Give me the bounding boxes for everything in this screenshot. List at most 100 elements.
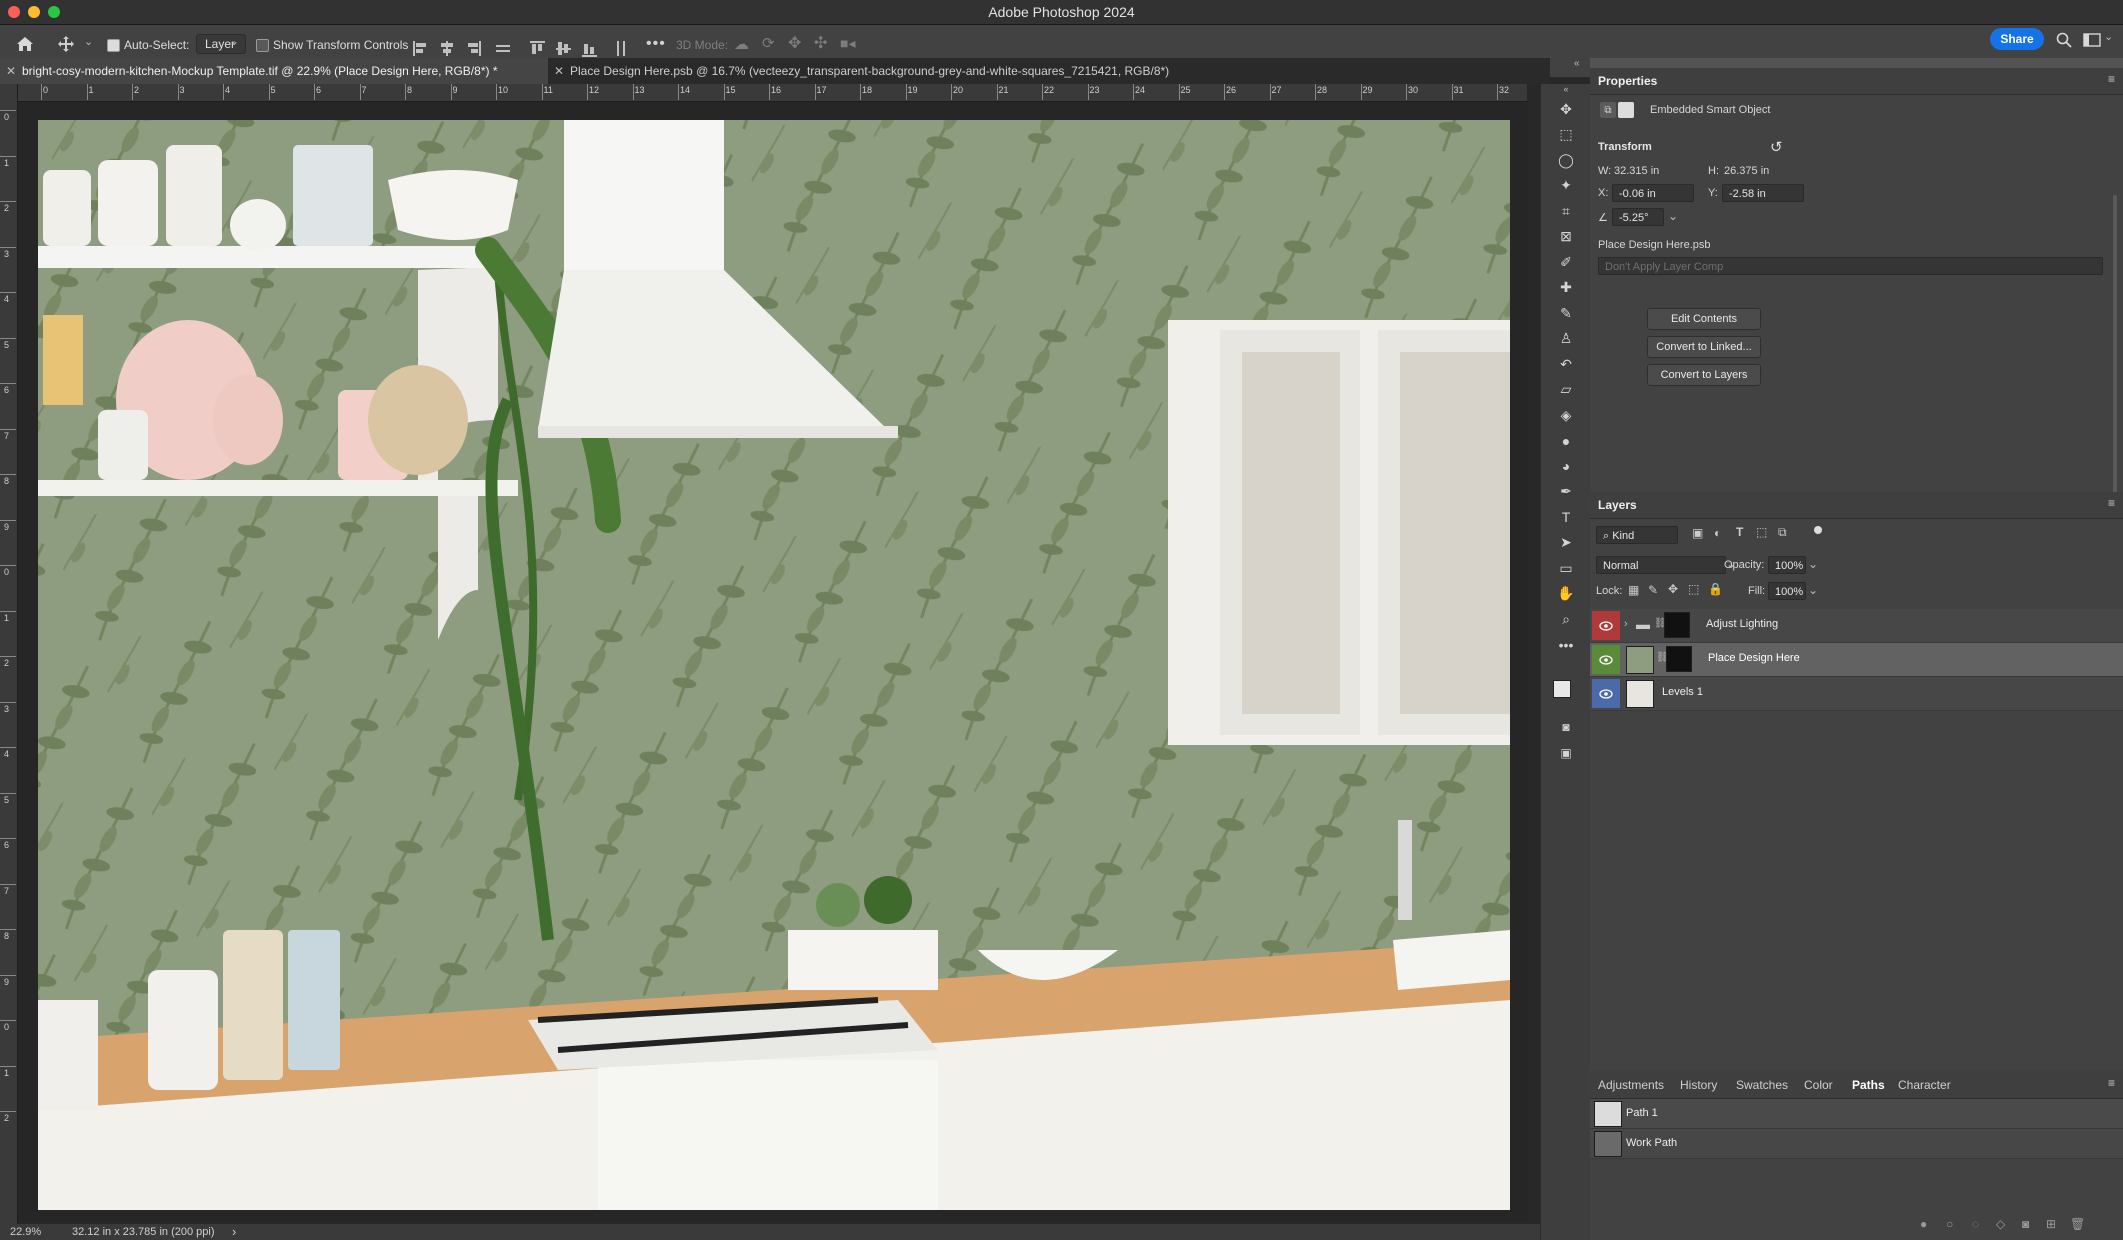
eraser-tool-icon[interactable]: ▱ bbox=[1541, 379, 1591, 401]
3d-camera-icon[interactable]: ■◂ bbox=[840, 35, 855, 52]
screen-mode-icon[interactable]: ▣ bbox=[1541, 742, 1591, 764]
visibility-eye-icon[interactable] bbox=[1592, 611, 1620, 640]
filter-toggle-icon[interactable] bbox=[1814, 526, 1822, 534]
tab-paths[interactable]: Paths bbox=[1852, 1078, 1885, 1092]
fill-chevron-icon[interactable]: ⌄ bbox=[1808, 583, 1818, 597]
x-position-field[interactable]: -0.06 in bbox=[1612, 184, 1694, 202]
opacity-field[interactable]: 100% bbox=[1768, 556, 1806, 574]
layer-thumbnail[interactable] bbox=[1626, 680, 1654, 708]
tab-swatches[interactable]: Swatches bbox=[1736, 1078, 1788, 1092]
lock-transparent-icon[interactable]: ▦ bbox=[1628, 583, 1639, 597]
document-canvas[interactable] bbox=[38, 120, 1510, 1210]
filter-shape-icon[interactable]: ⬚ bbox=[1756, 525, 1767, 539]
layer-row-place-design-here[interactable]: ⛓ Place Design Here bbox=[1590, 643, 2123, 677]
workspace-icon[interactable] bbox=[2082, 30, 2102, 50]
3d-roll-icon[interactable]: ⟳ bbox=[762, 34, 775, 52]
filter-pixel-icon[interactable]: ▣ bbox=[1692, 526, 1703, 540]
dodge-tool-icon[interactable]: ◕ bbox=[1541, 455, 1591, 477]
rectangle-tool-icon[interactable]: ▭ bbox=[1541, 557, 1591, 579]
filter-smart-object-icon[interactable]: ⧉ bbox=[1778, 525, 1787, 540]
collapse-panels-icon[interactable]: « bbox=[1574, 58, 1580, 69]
angle-field[interactable]: -5.25° bbox=[1612, 208, 1664, 226]
opacity-chevron-icon[interactable]: ⌄ bbox=[1808, 557, 1818, 571]
more-options-icon[interactable]: ••• bbox=[646, 35, 666, 53]
tab-character[interactable]: Character bbox=[1898, 1078, 1951, 1092]
convert-to-layers-button[interactable]: Convert to Layers bbox=[1647, 364, 1761, 386]
lock-artboard-icon[interactable]: ⬚ bbox=[1688, 582, 1699, 596]
search-icon[interactable] bbox=[2054, 30, 2074, 50]
properties-scrollbar[interactable] bbox=[2113, 195, 2117, 515]
workspace-chevron-icon[interactable]: ⌄ bbox=[2104, 30, 2113, 43]
brush-tool-icon[interactable]: ✎ bbox=[1541, 302, 1591, 324]
path-selection-tool-icon[interactable]: ➤ bbox=[1541, 532, 1591, 554]
distribute-vertical-icon[interactable] bbox=[612, 39, 630, 59]
eyedropper-tool-icon[interactable]: ✐ bbox=[1541, 251, 1591, 273]
load-selection-icon[interactable]: ◌ bbox=[1972, 1217, 1979, 1231]
crop-tool-icon[interactable]: ⌗ bbox=[1541, 200, 1591, 222]
path-row[interactable]: Work Path bbox=[1590, 1129, 2123, 1159]
blend-mode-select[interactable]: Normal bbox=[1596, 556, 1726, 574]
fill-path-icon[interactable]: ● bbox=[1920, 1217, 1927, 1231]
lasso-tool-icon[interactable]: ◯ bbox=[1541, 149, 1591, 171]
tab-color[interactable]: Color bbox=[1804, 1078, 1833, 1092]
marquee-tool-icon[interactable]: ⬚ bbox=[1541, 124, 1591, 146]
align-vertical-center-icon[interactable] bbox=[554, 39, 572, 59]
3d-pan-icon[interactable]: ✥ bbox=[788, 33, 801, 53]
more-tools-icon[interactable]: ••• bbox=[1541, 634, 1591, 656]
add-mask-path-icon[interactable]: ◙ bbox=[2022, 1217, 2029, 1231]
collapse-tools-icon[interactable]: « bbox=[1541, 84, 1591, 96]
history-brush-tool-icon[interactable]: ↶ bbox=[1541, 353, 1591, 375]
auto-select-checkbox[interactable] bbox=[107, 39, 120, 52]
visibility-eye-icon[interactable] bbox=[1592, 679, 1620, 708]
align-bottom-icon[interactable] bbox=[580, 39, 598, 59]
align-right-icon[interactable] bbox=[464, 39, 482, 59]
move-tool-icon[interactable]: ✥ bbox=[1541, 98, 1591, 120]
properties-title[interactable]: Properties bbox=[1598, 74, 1657, 88]
distribute-icon[interactable] bbox=[494, 39, 512, 59]
angle-chevron-icon[interactable]: ⌄ bbox=[1668, 209, 1678, 223]
new-path-icon[interactable]: ⊞ bbox=[2046, 1217, 2056, 1231]
share-button[interactable]: Share bbox=[1990, 28, 2044, 50]
y-position-field[interactable]: -2.58 in bbox=[1722, 184, 1804, 202]
pen-tool-icon[interactable]: ✒ bbox=[1541, 481, 1591, 503]
panel-menu-icon[interactable]: ≡ bbox=[2108, 1076, 2115, 1090]
3d-orbit-icon[interactable]: ☁ bbox=[734, 35, 749, 53]
vertical-ruler[interactable]: 0 1 2 3 4 5 6 7 8 9 0 1 2 3 4 5 6 7 8 9 0 1 2 bbox=[0, 84, 18, 1232]
height-value[interactable]: 26.375 in bbox=[1724, 165, 1769, 177]
lock-all-icon[interactable]: 🔒 bbox=[1708, 582, 1723, 596]
tab-adjustments[interactable]: Adjustments bbox=[1598, 1078, 1664, 1092]
edit-contents-button[interactable]: Edit Contents bbox=[1647, 308, 1761, 330]
healing-brush-tool-icon[interactable]: ✚ bbox=[1541, 277, 1591, 299]
hand-tool-icon[interactable]: ✋ bbox=[1541, 583, 1591, 605]
horizontal-ruler[interactable]: 0 1 2 3 4 5 6 7 8 9 10 11 12 13 14 15 16 17 18 19 20 21 22 23 24… bbox=[17, 84, 1527, 102]
align-horizontal-center-icon[interactable] bbox=[438, 39, 456, 59]
tab-place-design[interactable]: ✕ Place Design Here.psb @ 16.7% (vecteez… bbox=[548, 58, 1208, 84]
magic-wand-tool-icon[interactable]: ✦ bbox=[1541, 175, 1591, 197]
close-tab-icon[interactable]: ✕ bbox=[6, 58, 16, 84]
lock-position-icon[interactable]: ✥ bbox=[1668, 582, 1678, 596]
layer-thumbnail[interactable] bbox=[1626, 646, 1654, 674]
layer-mask-thumbnail[interactable] bbox=[1666, 646, 1692, 672]
move-tool-icon[interactable] bbox=[56, 34, 76, 54]
show-transform-checkbox[interactable] bbox=[256, 39, 269, 52]
tab-history[interactable]: History bbox=[1680, 1078, 1717, 1092]
filter-adjustment-icon[interactable]: ◐ bbox=[1714, 526, 1721, 540]
layers-title[interactable]: Layers bbox=[1598, 498, 1637, 512]
expand-group-chevron-icon[interactable]: › bbox=[1624, 618, 1628, 630]
filter-type-icon[interactable]: T bbox=[1736, 525, 1743, 539]
zoom-level[interactable]: 22.9% bbox=[10, 1226, 41, 1238]
layer-row-adjust-lighting[interactable]: › ▬ ⛓ Adjust Lighting bbox=[1590, 609, 2123, 643]
tool-preset-chevron-icon[interactable]: ⌄ bbox=[84, 35, 93, 48]
filter-kind-select[interactable]: ⌕ Kind bbox=[1596, 526, 1678, 544]
home-icon[interactable] bbox=[14, 33, 36, 55]
delete-path-icon[interactable]: 🗑 bbox=[2070, 1217, 2085, 1231]
stroke-path-icon[interactable]: ○ bbox=[1946, 1217, 1953, 1231]
layer-mask-thumbnail[interactable] bbox=[1664, 612, 1690, 638]
layer-row-levels-1[interactable]: Levels 1 bbox=[1590, 677, 2123, 711]
lock-image-icon[interactable]: ✎ bbox=[1648, 583, 1658, 597]
zoom-tool-icon[interactable]: ⌕ bbox=[1541, 608, 1591, 630]
reset-transform-icon[interactable]: ↺ bbox=[1770, 138, 1783, 156]
align-top-icon[interactable] bbox=[528, 39, 546, 59]
layer-comp-select[interactable]: Don't Apply Layer Comp bbox=[1598, 257, 2103, 275]
3d-slide-icon[interactable]: ✣ bbox=[814, 33, 827, 53]
